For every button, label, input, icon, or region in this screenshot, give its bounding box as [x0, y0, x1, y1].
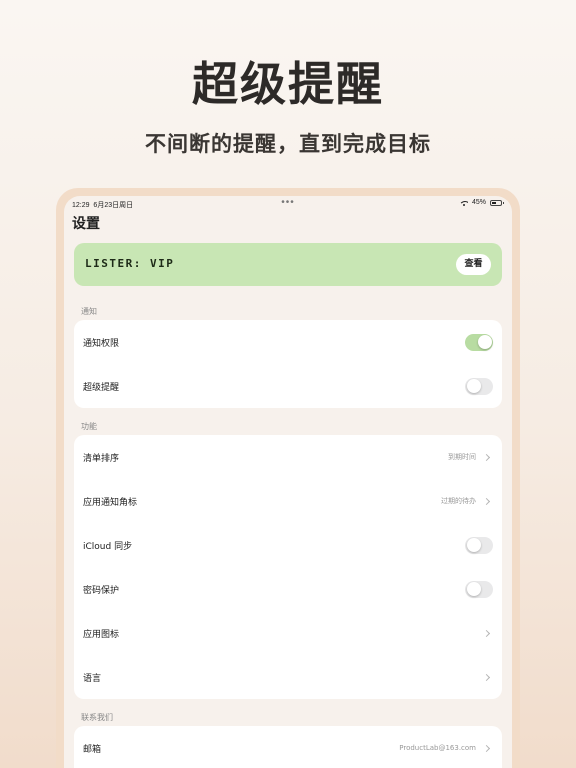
row-badge[interactable]: 应用通知角标 过期的待办 [74, 479, 502, 523]
icloud-sync-toggle[interactable] [465, 536, 493, 554]
wifi-icon [459, 200, 468, 206]
vip-view-button[interactable]: 查看 [456, 254, 491, 275]
row-language[interactable]: 语言 [74, 655, 502, 699]
group-contact: 邮箱 ProductLab@163.com [74, 726, 502, 768]
row-list-sort[interactable]: 清单排序 到期时间 [74, 435, 502, 479]
chevron-right-icon [482, 744, 491, 752]
row-label: 应用通知角标 [83, 497, 138, 508]
row-super-reminder[interactable]: 超级提醒 [74, 364, 502, 408]
headline: 超级提醒 [192, 57, 384, 111]
row-label: iCloud 同步 [83, 541, 133, 552]
row-value: 过期的待办 [441, 497, 476, 505]
passcode-toggle[interactable] [465, 580, 493, 598]
status-right: 45% [459, 199, 504, 206]
device-frame: 12:29 6月23日周日 ••• 45% 设置 LISTER: VIP 查看 … [56, 188, 520, 768]
section-header-contact: 联系我们 [81, 713, 113, 722]
status-bar: 12:29 6月23日周日 ••• 45% [64, 196, 512, 212]
chevron-right-icon [482, 673, 491, 681]
chevron-right-icon [482, 497, 491, 505]
battery-fill [492, 201, 496, 204]
row-label: 语言 [83, 673, 102, 684]
vip-card[interactable]: LISTER: VIP 查看 [74, 243, 502, 286]
notify-permission-toggle[interactable] [465, 333, 493, 351]
multitask-dots[interactable]: ••• [281, 197, 295, 208]
battery-percent: 45% [471, 199, 486, 206]
status-date: 6月23日周日 [93, 202, 134, 209]
row-notify-permission[interactable]: 通知权限 [74, 320, 502, 364]
toggle-knob [477, 335, 492, 349]
row-label: 超级提醒 [83, 382, 120, 393]
super-reminder-toggle[interactable] [465, 377, 493, 395]
row-value: 到期时间 [448, 453, 476, 461]
group-features: 清单排序 到期时间 应用通知角标 过期的待办 iCloud 同步 密码保护 应用… [74, 435, 502, 699]
toggle-knob [466, 582, 481, 596]
row-label: 密码保护 [83, 585, 120, 596]
chevron-right-icon [482, 629, 491, 637]
subheadline: 不间断的提醒，直到完成目标 [145, 132, 431, 156]
section-header-features: 功能 [81, 422, 97, 431]
row-icloud-sync[interactable]: iCloud 同步 [74, 523, 502, 567]
battery-icon [490, 199, 504, 206]
row-label: 应用图标 [83, 629, 120, 640]
row-value: ProductLab@163.com [399, 744, 476, 752]
row-passcode[interactable]: 密码保护 [74, 567, 502, 611]
row-email[interactable]: 邮箱 ProductLab@163.com [74, 726, 502, 768]
row-label: 邮箱 [83, 744, 102, 755]
status-clock: 12:29 [72, 202, 90, 209]
toggle-knob [466, 379, 481, 393]
toggle-knob [466, 538, 481, 552]
status-time: 12:29 6月23日周日 [72, 200, 133, 210]
row-app-icon[interactable]: 应用图标 [74, 611, 502, 655]
group-notify: 通知权限 超级提醒 [74, 320, 502, 408]
row-label: 通知权限 [83, 338, 120, 349]
vip-title: LISTER: VIP [85, 257, 175, 270]
page-title: 设置 [72, 216, 100, 232]
row-label: 清单排序 [83, 453, 120, 464]
chevron-right-icon [482, 453, 491, 461]
section-header-notify: 通知 [81, 307, 97, 316]
app-screen: 12:29 6月23日周日 ••• 45% 设置 LISTER: VIP 查看 … [64, 196, 512, 768]
